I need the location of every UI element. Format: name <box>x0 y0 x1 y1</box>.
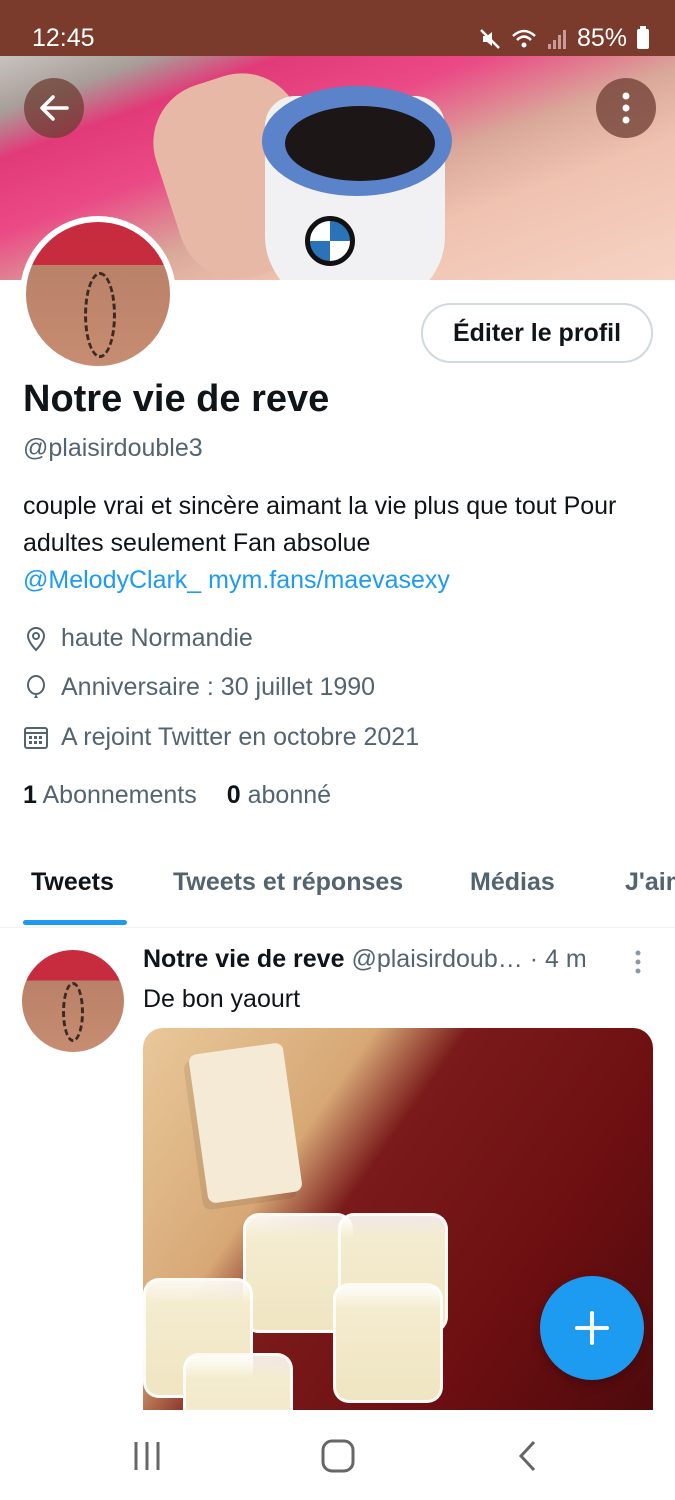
birthday-text: Anniversaire : 30 juillet 1990 <box>61 673 376 701</box>
bio-text: couple vrai et sincère aimant la vie plu… <box>23 492 617 557</box>
battery-percent: 85% <box>576 24 627 52</box>
media-jar <box>333 1283 443 1403</box>
chevron-left-icon <box>518 1440 536 1472</box>
location-pin-icon <box>26 626 46 651</box>
home-icon <box>321 1439 355 1473</box>
profile-name: Notre vie de reve <box>23 378 330 420</box>
joined-row: A rejoint Twitter en octobre 2021 <box>23 723 419 752</box>
arrow-left-icon <box>40 95 69 121</box>
tweet-avatar-tattoo <box>62 982 84 1042</box>
tab-tweets[interactable]: Tweets <box>31 868 114 897</box>
mute-icon <box>480 28 500 49</box>
banner-coffee <box>285 106 435 181</box>
tweet-text: De bon yaourt <box>143 985 301 1013</box>
profile-bio: couple vrai et sincère aimant la vie plu… <box>23 488 653 599</box>
tweet-handle[interactable]: @plaisirdoub… <box>351 945 522 973</box>
system-back-button[interactable] <box>510 1438 550 1474</box>
following-label: Abonnements <box>42 781 197 809</box>
tweet-time: · 4 m <box>529 945 587 973</box>
calendar-icon <box>24 726 48 749</box>
more-vertical-icon <box>635 950 641 974</box>
back-button[interactable] <box>24 78 84 138</box>
bio-mention-link[interactable]: @MelodyClark_ <box>23 566 201 594</box>
recent-apps-button[interactable] <box>128 1438 168 1474</box>
tweet-avatar[interactable] <box>22 950 124 1052</box>
banner-logo <box>305 216 355 266</box>
location-row: haute Normandie <box>23 624 253 653</box>
joined-text: A rejoint Twitter en octobre 2021 <box>61 723 420 751</box>
tab-likes[interactable]: J'aime <box>625 868 675 897</box>
tweet-header: Notre vie de reve @plaisirdoub… · 4 m <box>143 945 623 974</box>
media-jar <box>183 1353 293 1410</box>
followers-link[interactable]: 0 abonné <box>227 781 331 810</box>
following-count: 1 <box>23 781 37 809</box>
compose-tweet-button[interactable] <box>540 1276 644 1380</box>
tweet-author[interactable]: Notre vie de reve <box>143 945 345 973</box>
followers-label: abonné <box>247 781 332 809</box>
recent-apps-icon <box>134 1442 160 1470</box>
status-bar: 12:45 85% <box>0 0 675 56</box>
profile-avatar[interactable] <box>20 216 176 372</box>
battery-icon <box>637 25 649 49</box>
follow-stats: 1 Abonnements 0 abonné <box>23 781 331 810</box>
profile-tabs: Tweets Tweets et réponses Médias J'aime <box>0 840 675 928</box>
status-time: 12:45 <box>32 24 95 52</box>
following-link[interactable]: 1 Abonnements <box>23 781 197 810</box>
followers-count: 0 <box>226 781 241 809</box>
active-tab-indicator <box>23 920 127 925</box>
tweet-more-button[interactable] <box>630 948 646 978</box>
edit-profile-button[interactable]: Éditer le profil <box>421 303 653 363</box>
balloon-icon <box>27 674 45 698</box>
bio-url-link[interactable]: mym.fans/maevasexy <box>208 566 450 594</box>
plus-icon <box>575 1311 609 1345</box>
more-options-button[interactable] <box>596 78 656 138</box>
tab-media[interactable]: Médias <box>470 868 555 897</box>
wifi-icon <box>512 29 536 47</box>
media-outlet <box>188 1042 303 1204</box>
birthday-row: Anniversaire : 30 juillet 1990 <box>23 673 375 702</box>
status-icons: 85% <box>479 24 649 53</box>
profile-handle: @plaisirdouble3 <box>23 434 203 462</box>
more-vertical-icon <box>622 92 630 124</box>
location-text: haute Normandie <box>61 624 253 652</box>
tab-tweets-replies[interactable]: Tweets et réponses <box>173 868 403 897</box>
system-nav-bar <box>0 1410 675 1500</box>
avatar-tattoo <box>84 272 116 358</box>
signal-icon <box>547 29 566 49</box>
home-button[interactable] <box>318 1438 358 1474</box>
